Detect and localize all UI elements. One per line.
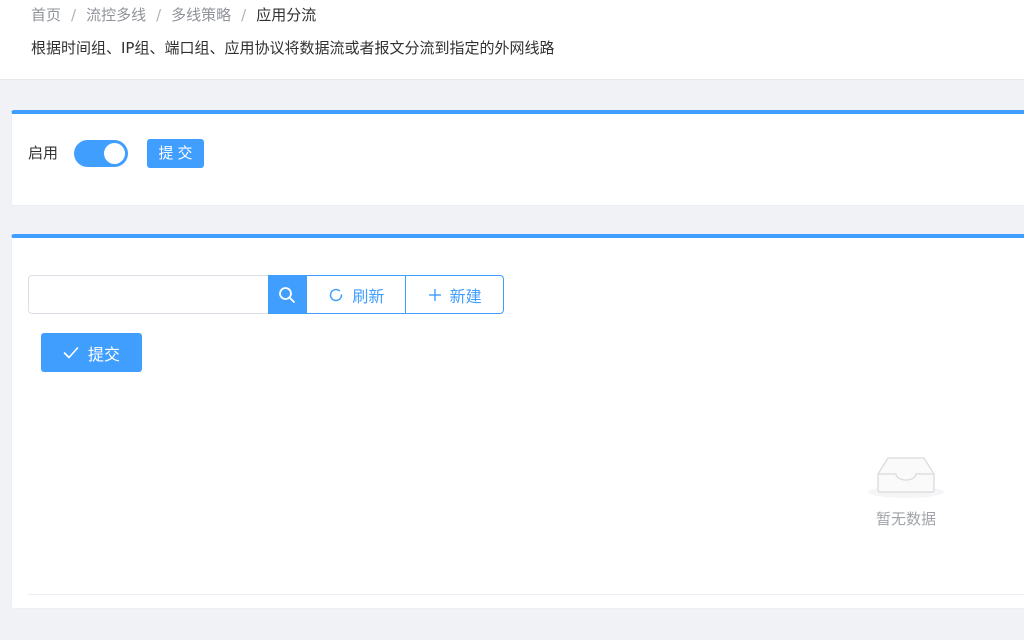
breadcrumb-item-home[interactable]: 首页 [31,6,61,24]
search-button[interactable] [267,275,307,314]
breadcrumb: 首页 / 流控多线 / 多线策略 / 应用分流 [31,5,316,25]
new-label: 新建 [449,286,482,306]
enable-settings-card: 启用 提交 [11,110,1024,206]
submit-button[interactable]: 提交 [41,333,142,372]
breadcrumb-separator: / [71,6,77,24]
breadcrumb-separator: / [156,6,162,24]
breadcrumb-item-flow-control[interactable]: 流控多线 [86,6,146,24]
search-icon [279,286,295,303]
submit-label: 提交 [87,344,120,364]
switch-knob [104,143,125,164]
enable-label: 启用 [28,144,59,162]
refresh-icon [330,288,343,301]
refresh-label: 刷新 [352,286,385,306]
toolbar: 刷新 新建 [28,275,504,314]
table-divider [28,594,1024,595]
check-icon [63,346,79,358]
breadcrumb-item-multiline-policy[interactable]: 多线策略 [171,6,231,24]
new-button[interactable]: 新建 [405,275,504,314]
empty-state: 暂无数据 [866,448,946,529]
empty-inbox-icon [868,457,944,498]
search-input[interactable] [28,275,268,314]
enable-submit-button[interactable]: 提交 [147,139,204,168]
refresh-button[interactable]: 刷新 [306,275,406,314]
page-description: 根据时间组、IP组、端口组、应用协议将数据流或者报文分流到指定的外网线路 [31,39,555,57]
page-header: 首页 / 流控多线 / 多线策略 / 应用分流 根据时间组、IP组、端口组、应用协议将数据流… [0,0,1024,80]
empty-text: 暂无数据 [875,510,936,528]
breadcrumb-separator: / [241,6,247,24]
breadcrumb-item-current: 应用分流 [256,6,317,24]
enable-switch[interactable] [74,140,128,167]
rules-card: 刷新 新建 提交 暂无数据 [11,234,1024,609]
plus-icon [428,288,441,301]
